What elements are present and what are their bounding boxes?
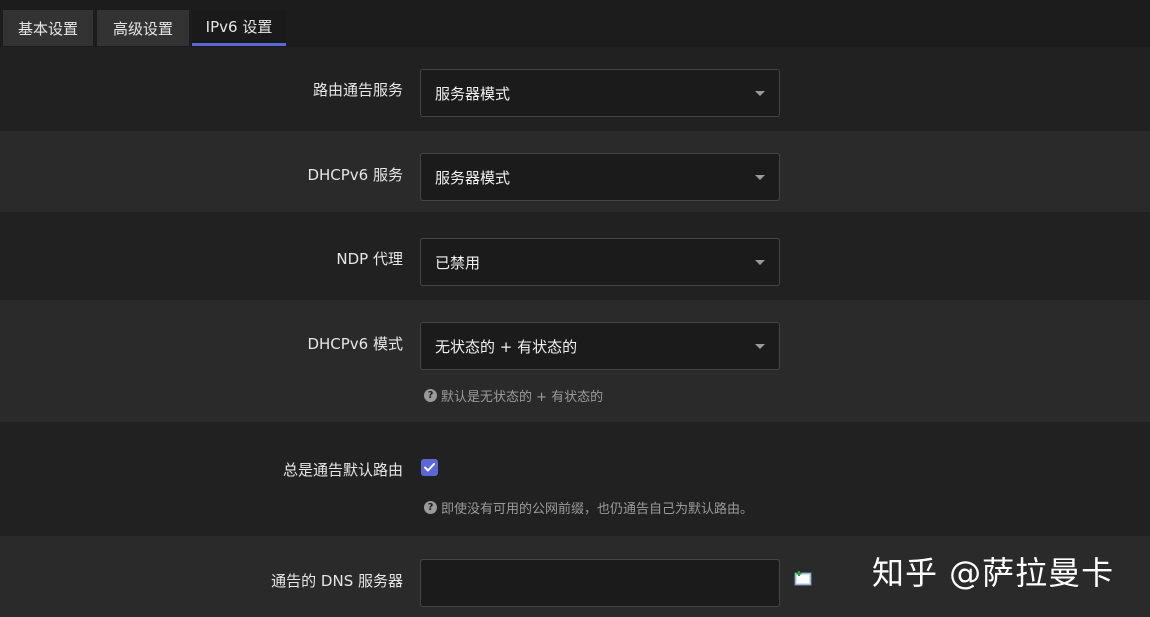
- row-ra-service: 路由通告服务 服务器模式: [0, 47, 1150, 131]
- add-entry-icon[interactable]: [794, 570, 812, 586]
- help-icon: ?: [424, 389, 437, 402]
- ra-service-select[interactable]: 服务器模式: [420, 69, 780, 117]
- ra-service-label: 路由通告服务: [312, 81, 403, 99]
- ra-default-help-text: 即使没有可用的公网前缀，也仍通告自己为默认路由。: [441, 502, 754, 517]
- dhcpv6-mode-value: 无状态的 + 有状态的: [435, 337, 578, 356]
- dhcpv6-mode-help: ? 默认是无状态的 + 有状态的: [424, 386, 603, 405]
- dhcpv6-mode-label: DHCPv6 模式: [307, 335, 403, 353]
- tab-basic-settings[interactable]: 基本设置: [3, 10, 93, 46]
- dhcpv6-mode-select[interactable]: 无状态的 + 有状态的: [420, 322, 780, 370]
- chevron-down-icon: [755, 175, 765, 180]
- dhcpv6-service-value: 服务器模式: [435, 168, 511, 187]
- dhcpv6-service-label: DHCPv6 服务: [307, 166, 403, 184]
- ra-service-value: 服务器模式: [435, 84, 511, 103]
- ndp-proxy-label: NDP 代理: [336, 250, 403, 268]
- row-dhcpv6-service: DHCPv6 服务 服务器模式: [0, 131, 1150, 212]
- row-ra-default: 总是通告默认路由 ? 即使没有可用的公网前缀，也仍通告自己为默认路由。: [0, 422, 1150, 536]
- row-ndp-proxy: NDP 代理 已禁用: [0, 212, 1150, 300]
- dhcpv6-service-select[interactable]: 服务器模式: [420, 153, 780, 201]
- dns-servers-input[interactable]: [420, 559, 780, 607]
- watermark-text: 知乎 @萨拉曼卡: [872, 554, 1115, 592]
- chevron-down-icon: [755, 344, 765, 349]
- ra-default-label: 总是通告默认路由: [282, 461, 403, 479]
- tab-bar: 基本设置 高级设置 IPv6 设置: [0, 0, 1150, 47]
- checkmark-icon: [424, 463, 435, 472]
- chevron-down-icon: [755, 91, 765, 96]
- dns-servers-label: 通告的 DNS 服务器: [271, 572, 403, 590]
- chevron-down-icon: [755, 260, 765, 265]
- ndp-proxy-value: 已禁用: [435, 253, 481, 272]
- dhcpv6-mode-help-text: 默认是无状态的 + 有状态的: [441, 390, 604, 405]
- ra-default-checkbox[interactable]: [421, 459, 438, 476]
- row-dhcpv6-mode: DHCPv6 模式 无状态的 + 有状态的 ? 默认是无状态的 + 有状态的: [0, 300, 1150, 422]
- help-icon: ?: [424, 501, 437, 514]
- tab-ipv6-settings[interactable]: IPv6 设置: [192, 10, 286, 46]
- ndp-proxy-select[interactable]: 已禁用: [420, 238, 780, 286]
- ra-default-help: ? 即使没有可用的公网前缀，也仍通告自己为默认路由。: [424, 498, 753, 517]
- tab-advanced-settings[interactable]: 高级设置: [97, 10, 189, 46]
